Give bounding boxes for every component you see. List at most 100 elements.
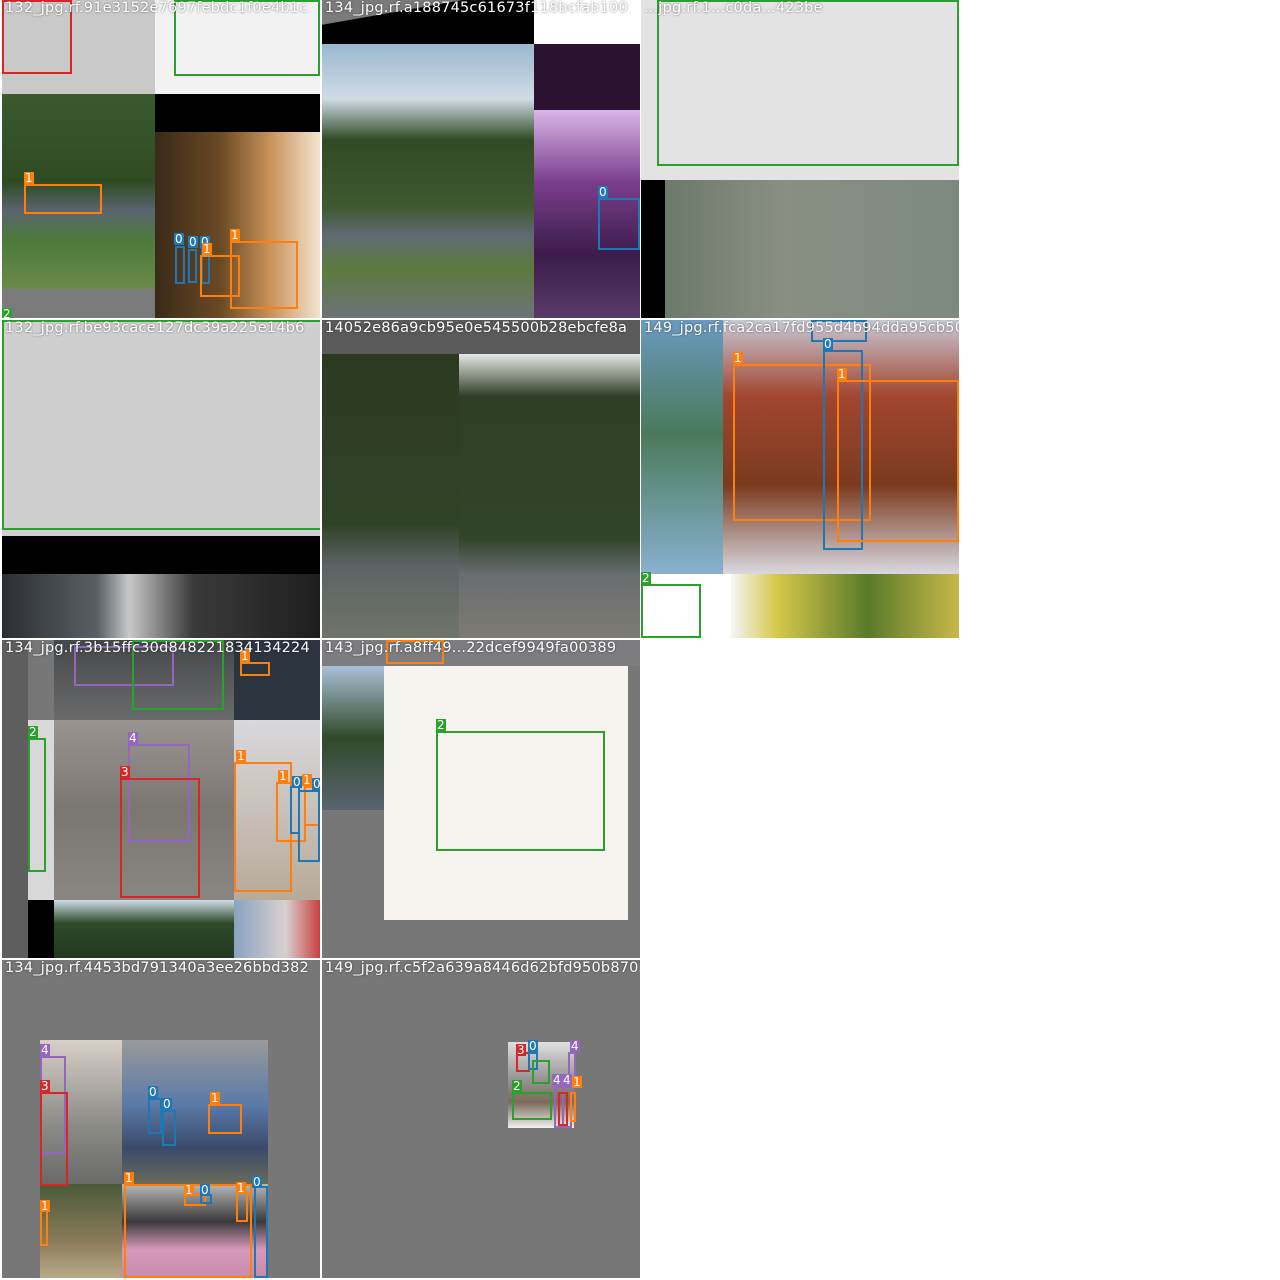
tile-filename: 143_jpg.rf.a8ff49...22dcef9949fa00389 — [325, 640, 617, 656]
bbox-class-2 — [2, 320, 320, 530]
mosaic-tile-7: 4 2 1 2 4 3 1 1 0 1 0 134_jpg.rf.3b15ffc… — [2, 640, 320, 958]
mosaic-tile-3: ...jpg.rf.1...c0da...423be — [641, 0, 959, 318]
bbox-label: 2 — [2, 307, 12, 318]
bbox-label: 1 — [184, 1183, 194, 1197]
bbox-label: 0 — [174, 232, 184, 246]
bbox-class-2 — [657, 0, 959, 166]
bbox-class-2 — [532, 1060, 550, 1084]
photo-roadside-left — [322, 666, 384, 810]
bbox-class-1 — [570, 1092, 576, 1122]
bbox-label: 0 — [200, 1183, 210, 1197]
bbox-label: 1 — [24, 171, 34, 185]
bbox-class-2 — [641, 584, 701, 638]
bbox-class-3 — [120, 778, 200, 898]
bbox-label: 1 — [572, 1075, 582, 1089]
bbox-label: 0 — [292, 775, 302, 789]
tile-filename: 132_jpg.rf.91e3152e7697febdc1f0e4b1c — [5, 0, 308, 16]
tile-filename: 134_jpg.rf.3b15ffc30d848221834134224 — [5, 640, 310, 656]
bbox-label: 0 — [148, 1085, 158, 1099]
bbox-label: 1 — [202, 242, 212, 256]
photo-gray-band — [2, 289, 155, 318]
bbox-label: 2 — [436, 718, 446, 732]
bbox-label: 0 — [312, 777, 320, 791]
bbox-label: 4 — [128, 731, 138, 745]
bbox-label: 3 — [40, 1079, 50, 1093]
tile-filename: 14052e86a9cb95e0e545500b28ebcfe8a — [325, 320, 628, 336]
bbox-class-3 — [558, 1092, 568, 1126]
photo-left-strip — [2, 640, 28, 958]
bbox-label: 1 — [278, 769, 288, 783]
mosaic-tile-9: 4 3 0 0 1 1 1 0 1 0 1 134_jpg.rf.4453bd7… — [2, 960, 320, 1278]
bbox-label: 1 — [837, 367, 847, 381]
bbox-label: 1 — [733, 351, 743, 365]
bbox-label: 4 — [562, 1073, 572, 1087]
photo-palm-leaves — [731, 574, 959, 638]
mosaic-tile-4: 132_jpg.rf.be93cace127dc39a225e14b6 — [2, 320, 320, 638]
photo-forest-road-left — [322, 354, 459, 638]
bbox-label: 3 — [516, 1043, 526, 1057]
bbox-label: 4 — [40, 1043, 50, 1057]
bbox-class-1 — [24, 184, 102, 214]
bbox-class-0 — [175, 246, 185, 284]
photo-dark-purple — [534, 44, 640, 110]
bbox-label: 0 — [252, 1175, 262, 1189]
mosaic-tile-2: 0 134_jpg.rf.a188745c61673f118bcfab100 — [322, 0, 640, 318]
bbox-label: 0 — [162, 1097, 172, 1111]
mosaic-tile-1: 1 0 0 0 1 1 2 132_jpg.rf.91e3152e7697feb… — [2, 0, 320, 318]
photo-blue-trees — [641, 320, 723, 574]
photo-black-band — [155, 94, 320, 132]
bbox-class-0 — [162, 1110, 176, 1146]
bbox-label: 0 — [823, 337, 833, 351]
bbox-class-3 — [40, 1092, 68, 1186]
mosaic-tile-8: 1 2 143_jpg.rf.a8ff49...22dcef9949fa0038… — [322, 640, 640, 958]
photo-forest-road-right — [459, 354, 640, 638]
bbox-label: 0 — [528, 1039, 538, 1053]
bbox-label: 2 — [28, 725, 38, 739]
bbox-label: 2 — [641, 571, 651, 585]
photo-black-band — [2, 536, 320, 574]
photo-city-buildings — [2, 574, 320, 638]
tile-filename: 149_jpg.rf.fca2ca17fd955d4b94dda95cb5071 — [644, 320, 959, 336]
mosaic-tile-5: 14052e86a9cb95e0e545500b28ebcfe8a — [322, 320, 640, 638]
bbox-class-2 — [28, 738, 46, 872]
bbox-label: 1 — [40, 1199, 50, 1213]
bbox-label: 2 — [512, 1079, 522, 1093]
bbox-class-2 — [512, 1092, 552, 1120]
photo-flag-bottom — [234, 900, 320, 958]
photo-garden — [40, 1184, 122, 1278]
tile-filename: 134_jpg.rf.a188745c61673f118bcfab100 — [325, 0, 628, 16]
bbox-label: 0 — [188, 235, 198, 249]
bbox-label: 4 — [570, 1039, 580, 1053]
bbox-label: 4 — [552, 1073, 562, 1087]
photo-roadside-trees — [322, 44, 534, 318]
bbox-class-2 — [436, 731, 605, 851]
tile-filename: 132_jpg.rf.be93cace127dc39a225e14b6 — [5, 320, 305, 336]
bbox-class-1 — [240, 662, 270, 676]
tile-filename: 149_jpg.rf.c5f2a639a8446d62bfd950b8703f2 — [325, 960, 640, 976]
bbox-class-0 — [298, 790, 320, 862]
bbox-label: 1 — [230, 228, 240, 242]
bbox-label: 3 — [120, 765, 130, 779]
bbox-label: 1 — [124, 1171, 134, 1185]
bbox-class-0 — [148, 1098, 162, 1134]
bbox-class-1 — [40, 1210, 48, 1246]
photo-aerial-field — [665, 180, 959, 318]
bbox-class-1 — [230, 241, 298, 309]
bbox-class-1 — [236, 1192, 248, 1222]
bbox-class-1 — [208, 1104, 242, 1134]
photo-forest-bottom — [54, 900, 234, 958]
tile-filename: 134_jpg.rf.4453bd791340a3ee26bbd382 — [5, 960, 309, 976]
bbox-class-0 — [254, 1186, 268, 1278]
mosaic-tile-10: 3 0 4 2 4 4 1 149_jpg.rf.c5f2a639a8446d6… — [322, 960, 640, 1278]
bbox-label: 1 — [236, 749, 246, 763]
bbox-class-1 — [837, 380, 959, 542]
bbox-label: 1 — [210, 1091, 220, 1105]
photo-black-band — [28, 900, 54, 958]
bbox-label: 1 — [236, 1181, 246, 1195]
bbox-class-0 — [598, 198, 640, 250]
bbox-label: 0 — [598, 185, 608, 199]
bbox-class-0 — [188, 249, 197, 283]
bbox-label: 1 — [302, 773, 312, 787]
mosaic-tile-6: 0 1 0 1 2 149_jpg.rf.fca2ca17fd955d4b94d… — [641, 320, 959, 638]
photo-mural-wall — [122, 1040, 268, 1184]
